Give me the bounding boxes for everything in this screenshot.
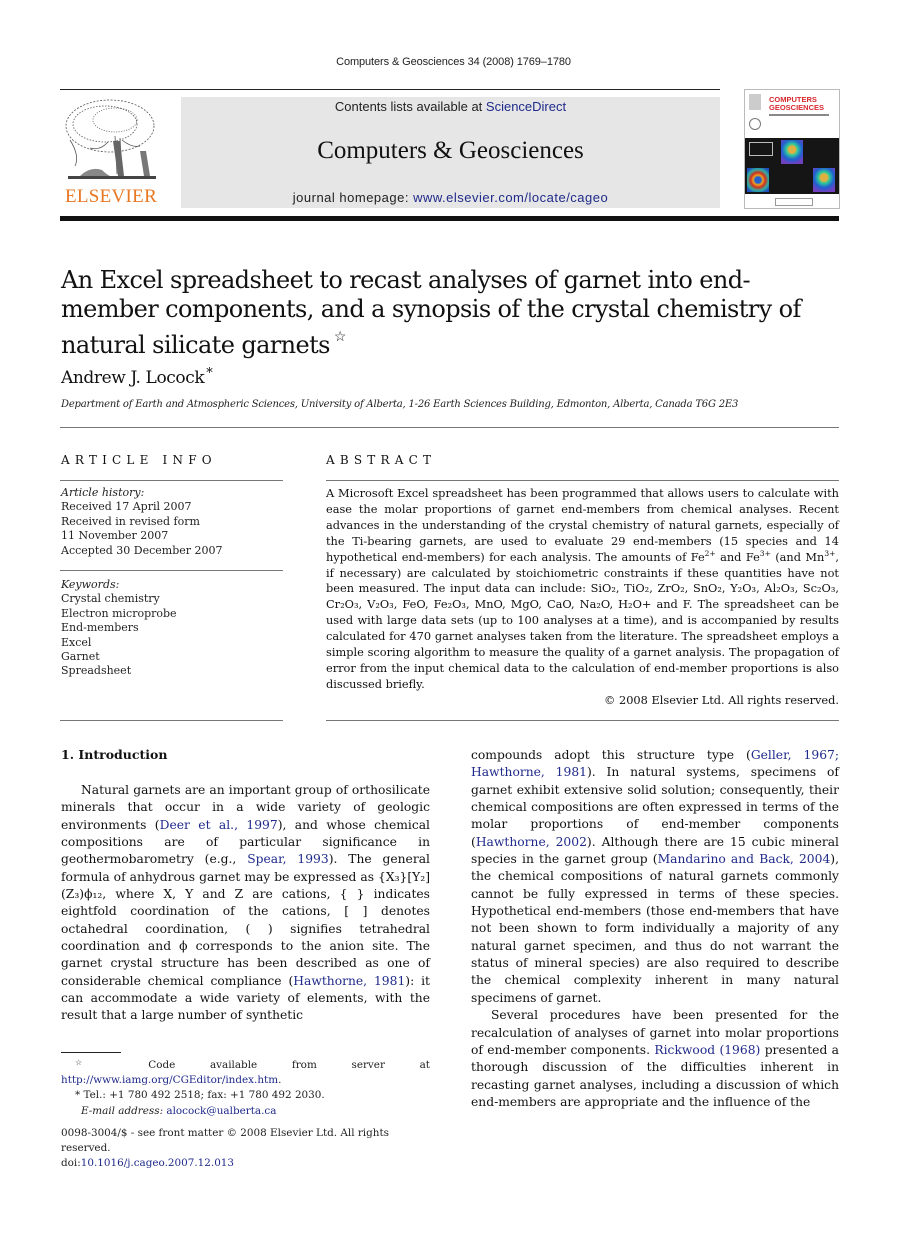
elsevier-logo[interactable]: ELSEVIER: [60, 96, 162, 208]
abstract-text: A Microsoft Excel spreadsheet has been p…: [326, 486, 839, 693]
history-label: Article history:: [61, 486, 145, 499]
divider: [60, 720, 283, 721]
keyword: End-members: [61, 621, 139, 635]
paragraph: compounds adopt this structure type (Gel…: [471, 747, 839, 1007]
cover-subtitle-bar: [769, 114, 829, 116]
doi-label: doi:: [61, 1157, 81, 1170]
cover-map-1: [781, 140, 803, 164]
article-title-text: An Excel spreadsheet to recast analyses …: [61, 266, 801, 359]
keyword: Crystal chemistry: [61, 592, 160, 606]
article-history: Article history: Received 17 April 2007 …: [61, 486, 223, 558]
front-matter: 0098-3004/$ - see front matter © 2008 El…: [61, 1126, 430, 1172]
cover-map-2: [747, 168, 769, 192]
superscript: 2+: [704, 548, 716, 558]
footnote-email: E-mail address: alocock@ualberta.ca: [61, 1104, 430, 1119]
body-text: ). The general formula of anhydrous garn…: [61, 852, 430, 988]
abstract-segment: and Fe: [715, 549, 760, 564]
journal-banner: Contents lists available at ScienceDirec…: [181, 97, 720, 208]
cover-title: COMPUTERS GEOSCIENCES: [769, 96, 824, 112]
cover-publisher-icon: [749, 94, 761, 110]
divider: [60, 427, 839, 428]
journal-cover-image[interactable]: COMPUTERS GEOSCIENCES: [744, 89, 840, 209]
cover-caption-box: [749, 142, 773, 156]
footnote-text: Tel.: +1 780 492 2518; fax: +1 780 492 2…: [80, 1089, 325, 1102]
footnote-rule: [61, 1052, 121, 1053]
footnote-star-icon: ☆: [75, 1058, 114, 1067]
history-item: Accepted 30 December 2007: [61, 543, 223, 557]
history-item: 11 November 2007: [61, 529, 169, 543]
keyword: Garnet: [61, 650, 100, 664]
corresponding-author-mark[interactable]: *: [206, 366, 213, 381]
elsevier-wordmark: ELSEVIER: [64, 186, 158, 207]
code-url-link[interactable]: http://www.iamg.org/CGEditor/index.htm: [61, 1074, 278, 1086]
paragraph: Several procedures have been presented f…: [471, 1007, 839, 1111]
masthead-rule: [60, 216, 839, 221]
abstract-segment: The spreadsheet can be used with large d…: [326, 597, 840, 691]
cover-title-line2: GEOSCIENCES: [769, 103, 825, 112]
article-title: An Excel spreadsheet to recast analyses …: [61, 266, 821, 360]
author-name: Andrew J. Locock: [61, 368, 205, 388]
running-head: Computers & Geosciences 34 (2008) 1769–1…: [336, 56, 571, 68]
citation-link[interactable]: Spear, 1993: [247, 852, 328, 866]
citation-link[interactable]: Mandarino and Back, 2004: [658, 852, 831, 866]
contents-line: Contents lists available at ScienceDirec…: [181, 99, 720, 114]
citation-link[interactable]: Deer et al., 1997: [160, 818, 278, 832]
body-text: ), the chemical compositions of natural …: [471, 852, 839, 1005]
cover-footer-box: [775, 198, 813, 206]
article-info-heading: ARTICLE INFO: [61, 453, 217, 467]
history-item: Received in revised form: [61, 514, 200, 528]
citation-link[interactable]: Hawthorne, 1981: [293, 974, 405, 988]
history-item: Received 17 April 2007: [61, 500, 192, 514]
body-text: compounds adopt this structure type (: [471, 748, 751, 762]
keyword: Excel: [61, 635, 92, 649]
doi-line: doi:10.1016/j.cageo.2007.12.013: [61, 1156, 430, 1171]
superscript: 3+: [824, 548, 836, 558]
body-column-left: Natural garnets are an important group o…: [61, 782, 430, 1025]
author: Andrew J. Locock *: [61, 366, 213, 388]
keyword: Electron microprobe: [61, 606, 177, 620]
abstract-heading: ABSTRACT: [326, 453, 437, 467]
keywords-label: Keywords:: [61, 578, 120, 591]
sciencedirect-link[interactable]: ScienceDirect: [486, 99, 566, 114]
footnote-text: Code available from server at: [113, 1059, 430, 1071]
email-link[interactable]: alocock@ualberta.ca: [166, 1105, 276, 1117]
keyword: Spreadsheet: [61, 664, 132, 678]
abstract-segment: (and Mn: [770, 549, 825, 564]
journal-title: Computers & Geosciences: [317, 137, 584, 164]
footnotes: ☆ Code available from server at http://w…: [61, 1055, 430, 1119]
superscript: 3+: [759, 548, 771, 558]
front-matter-text: 0098-3004/$ - see front matter © 2008 El…: [61, 1127, 389, 1155]
divider: [60, 480, 283, 481]
contents-prefix: Contents lists available at: [334, 99, 486, 114]
doi-link[interactable]: 10.1016/j.cageo.2007.12.013: [81, 1157, 234, 1169]
divider: [60, 570, 283, 571]
abstract-copyright: © 2008 Elsevier Ltd. All rights reserved…: [604, 693, 839, 707]
email-label: E-mail address:: [81, 1104, 167, 1117]
footnote-text: .: [278, 1074, 282, 1087]
homepage-prefix: journal homepage:: [292, 190, 414, 205]
cover-graphic: [745, 138, 839, 194]
title-footnote-star-icon[interactable]: ☆: [334, 329, 347, 345]
homepage-line: journal homepage: www.elsevier.com/locat…: [181, 190, 720, 205]
divider: [326, 720, 839, 721]
section-heading: 1. Introduction: [61, 747, 168, 762]
citation-link[interactable]: Hawthorne, 2002: [476, 835, 587, 849]
footnote-code: ☆ Code available from server at http://w…: [61, 1055, 430, 1088]
top-rule: [60, 89, 720, 90]
body-column-right: compounds adopt this structure type (Gel…: [471, 747, 839, 1111]
footnote-tel: * Tel.: +1 780 492 2518; fax: +1 780 492…: [61, 1088, 430, 1103]
citation-link[interactable]: Rickwood (1968): [654, 1043, 760, 1057]
divider: [326, 480, 839, 481]
elsevier-tree-icon: [65, 99, 156, 179]
keywords: Keywords: Crystal chemistry Electron mic…: [61, 578, 177, 679]
cover-seal-icon: [749, 118, 761, 130]
journal-homepage-link[interactable]: www.elsevier.com/locate/cageo: [413, 190, 608, 205]
cover-map-3: [813, 168, 835, 192]
affiliation: Department of Earth and Atmospheric Scie…: [61, 399, 739, 410]
